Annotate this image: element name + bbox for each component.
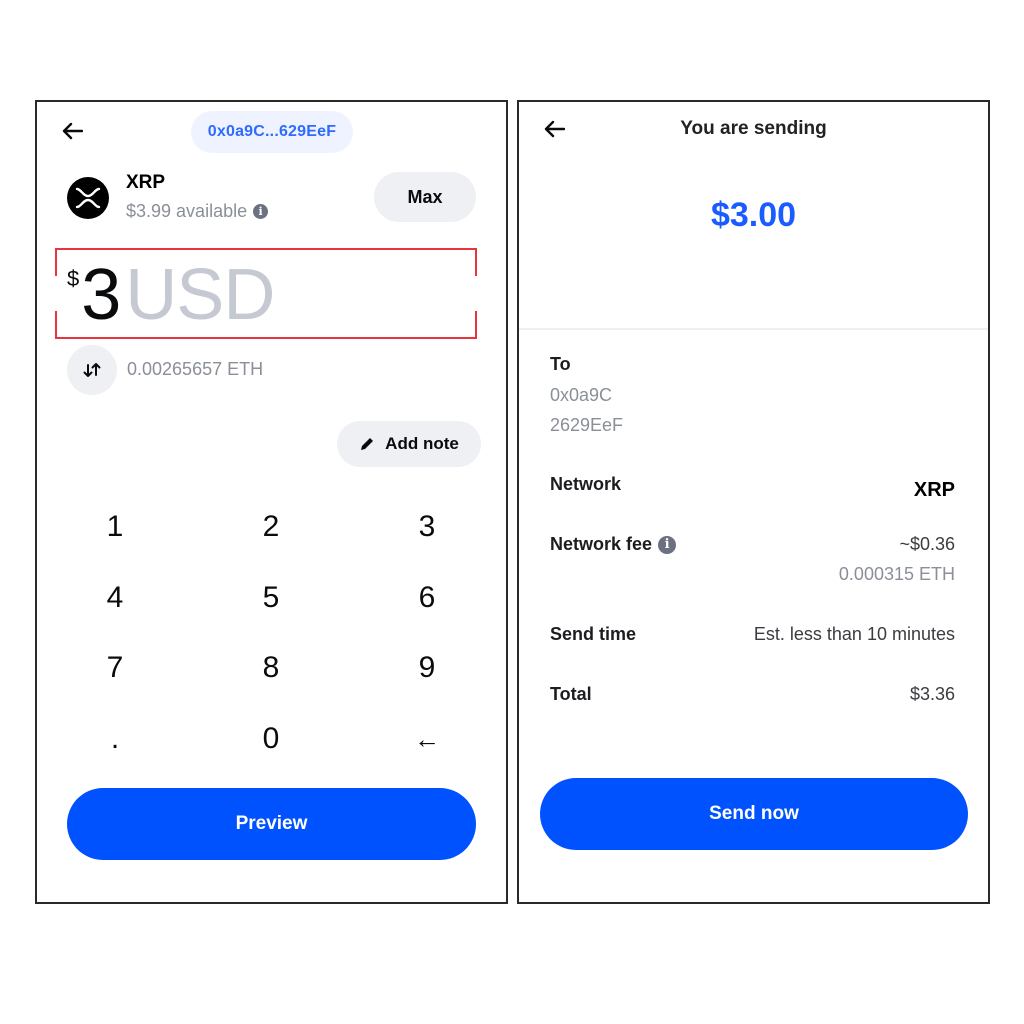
network-fee-usd: ~$0.36: [899, 534, 955, 554]
send-time-label: Send time: [550, 624, 637, 644]
send-confirmation-screen: You are sending $3.00 To 0x0a9C 2629EeF …: [517, 100, 990, 904]
key-9[interactable]: 9: [377, 638, 477, 698]
page-title: You are sending: [680, 118, 827, 139]
add-note-button[interactable]: Add note: [337, 421, 481, 467]
max-button[interactable]: Max: [374, 172, 476, 222]
to-address-line-2: 2629EeF: [550, 415, 624, 435]
available-balance-text: $3.99 available: [126, 201, 248, 221]
to-label: To: [550, 354, 571, 374]
back-arrow-icon: [62, 122, 83, 140]
key-2[interactable]: 2: [221, 497, 321, 557]
key-7[interactable]: 7: [65, 638, 165, 698]
pencil-icon: [361, 438, 374, 450]
amount-unit: USD: [125, 255, 275, 335]
key-6[interactable]: 6: [377, 568, 477, 628]
swap-arrows-icon: [83, 363, 101, 377]
asset-name: XRP: [126, 172, 166, 193]
total-label: Total: [550, 684, 592, 704]
sending-amount: $3.00: [710, 196, 797, 234]
send-now-button[interactable]: Send now: [540, 778, 968, 850]
currency-sign: $: [67, 266, 80, 291]
network-fee-label: Network fee: [550, 534, 653, 554]
add-note-label: Add note: [385, 434, 459, 453]
key-0[interactable]: 0: [221, 709, 321, 769]
total-value: $3.36: [909, 684, 955, 704]
network-label: Network: [550, 474, 622, 494]
xrp-logo-icon: [67, 177, 109, 219]
to-address-line-1: 0x0a9C: [550, 385, 613, 405]
key-decimal[interactable]: .: [65, 709, 165, 769]
divider: [519, 328, 988, 330]
key-backspace[interactable]: ←: [377, 709, 477, 769]
key-1[interactable]: 1: [65, 497, 165, 557]
amount-value: 3: [81, 255, 121, 335]
send-time-value: Est. less than 10 minutes: [753, 624, 955, 644]
info-icon[interactable]: i: [253, 204, 269, 219]
network-fee-label-row: Network fee i: [550, 534, 677, 555]
key-3[interactable]: 3: [377, 497, 477, 557]
preview-button[interactable]: Preview: [67, 788, 476, 860]
network-fee-eth: 0.000315 ETH: [838, 564, 955, 584]
converted-amount: 0.00265657 ETH: [127, 359, 264, 379]
recipient-address-pill[interactable]: 0x0a9C...629EeF: [191, 111, 353, 153]
send-amount-screen: 0x0a9C...629EeF XRP $3.99 available i Ma…: [35, 100, 508, 904]
asset-available-balance: $3.99 available i: [126, 201, 269, 222]
amount-input[interactable]: $ 3 USD: [67, 252, 275, 338]
back-button[interactable]: [61, 122, 83, 140]
key-5[interactable]: 5: [221, 568, 321, 628]
key-8[interactable]: 8: [221, 638, 321, 698]
key-4[interactable]: 4: [65, 568, 165, 628]
network-value: XRP: [913, 479, 955, 501]
info-icon[interactable]: i: [658, 535, 677, 554]
swap-currency-button[interactable]: [67, 345, 117, 395]
